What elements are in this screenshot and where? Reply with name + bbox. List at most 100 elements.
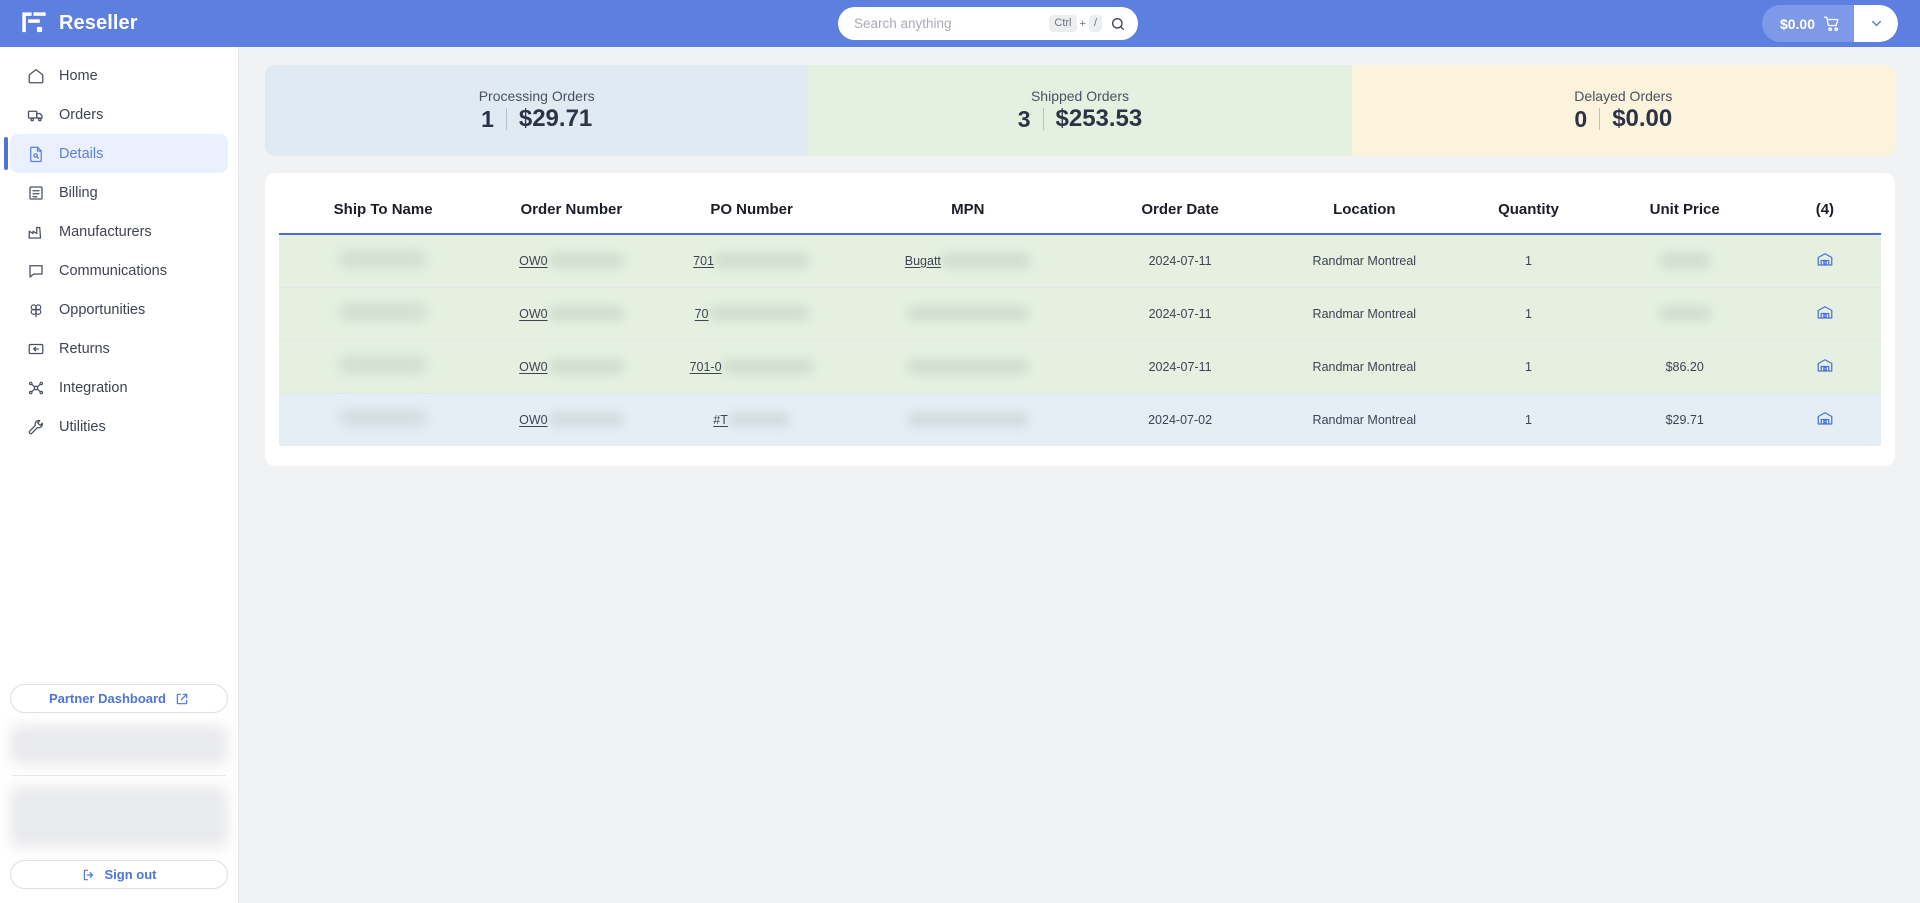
- sidebar-item-utilities[interactable]: Utilities: [10, 407, 228, 446]
- search-input[interactable]: [854, 16, 1050, 31]
- shortcut-slash-key: /: [1088, 14, 1102, 33]
- redacted-value: [547, 412, 624, 428]
- sidebar-item-returns[interactable]: Returns: [10, 329, 228, 368]
- sidebar-footer: Partner Dashboard Sign out: [0, 684, 238, 903]
- cell-order-number[interactable]: OW0: [487, 234, 656, 288]
- cell-order-date: 2024-07-11: [1087, 234, 1273, 288]
- table-header-row: Ship To Name Order Number PO Number MPN …: [279, 187, 1881, 235]
- user-account-redacted: [10, 786, 228, 848]
- main-content: Processing Orders 1 $29.71 Shipped Order…: [239, 47, 1920, 903]
- redacted-value: [547, 359, 624, 374]
- table-row[interactable]: OW0 701-0 2024-07-11 Randmar Montreal 1 …: [279, 340, 1881, 394]
- table-row[interactable]: OW0 701 Bugatt 2024-07-11 Randmar Montre…: [279, 234, 1881, 288]
- user-info-redacted: [10, 725, 228, 765]
- column-header-ship-to-name[interactable]: Ship To Name: [279, 187, 488, 235]
- po-number-text: 701: [693, 253, 714, 268]
- cell-po-number[interactable]: 701: [655, 234, 848, 288]
- stat-amount: $0.00: [1612, 105, 1673, 132]
- redacted-value: [906, 359, 1029, 375]
- cell-location: Randmar Montreal: [1272, 393, 1457, 446]
- redacted-value: [708, 306, 809, 321]
- search-icon[interactable]: [1110, 16, 1126, 32]
- cell-po-number[interactable]: #T: [655, 393, 848, 446]
- brand[interactable]: Reseller: [20, 10, 240, 38]
- cell-po-number[interactable]: 701-0: [655, 340, 848, 394]
- column-header-order-number[interactable]: Order Number: [487, 187, 656, 235]
- cell-action[interactable]: [1768, 234, 1881, 288]
- order-number-text: OW0: [519, 306, 548, 321]
- redacted-value: [714, 253, 810, 269]
- sidebar-item-communications[interactable]: Communications: [10, 251, 228, 290]
- cart-total: $0.00: [1779, 15, 1815, 32]
- stat-card-shipped-orders[interactable]: Shipped Orders 3 $253.53: [808, 65, 1352, 156]
- sign-out-label: Sign out: [104, 867, 157, 882]
- warehouse-icon[interactable]: [1816, 356, 1834, 374]
- external-link-icon: [176, 693, 188, 704]
- cell-unit-price: [1600, 234, 1769, 288]
- stat-label: Delayed Orders: [1574, 88, 1673, 104]
- sidebar-item-integration[interactable]: Integration: [10, 368, 228, 407]
- column-header-mpn[interactable]: MPN: [847, 187, 1088, 235]
- sidebar-item-billing[interactable]: Billing: [10, 173, 228, 212]
- po-number-text: 701-0: [689, 359, 722, 374]
- sidebar-item-opportunities[interactable]: Opportunities: [10, 290, 228, 329]
- cell-order-number[interactable]: OW0: [487, 340, 656, 394]
- column-header-po-number[interactable]: PO Number: [655, 187, 848, 235]
- partner-dashboard-label: Partner Dashboard: [48, 691, 167, 706]
- sidebar-item-details[interactable]: Details: [4, 134, 228, 173]
- cell-ship-to-name: [279, 393, 488, 446]
- cell-po-number[interactable]: 70: [655, 287, 848, 341]
- stat-values: 3 $253.53: [1018, 105, 1143, 133]
- cell-action[interactable]: [1768, 340, 1881, 394]
- search-bar[interactable]: Ctrl + /: [838, 7, 1138, 40]
- cell-mpn[interactable]: [847, 287, 1088, 341]
- sidebar: Home Orders Details Billing Manufacturer…: [0, 47, 239, 903]
- redacted-value: [940, 253, 1031, 269]
- cell-quantity: 1: [1456, 234, 1601, 288]
- warehouse-icon[interactable]: [1816, 250, 1834, 268]
- cell-order-number[interactable]: OW0: [487, 393, 656, 446]
- column-header-row-count: (4): [1768, 187, 1881, 235]
- factory-icon: [28, 226, 42, 239]
- partner-dashboard-button[interactable]: Partner Dashboard: [10, 684, 228, 713]
- mpn-text: Bugatt: [904, 253, 941, 268]
- redacted-value: [547, 306, 624, 321]
- cart-dropdown-toggle[interactable]: [1854, 5, 1898, 42]
- cell-action[interactable]: [1768, 393, 1881, 446]
- stat-amount: $29.71: [518, 105, 593, 132]
- redacted-value: [1658, 253, 1711, 269]
- chevron-down-icon: [1871, 20, 1881, 27]
- cell-unit-price: $86.20: [1600, 340, 1769, 394]
- cell-ship-to-name: [279, 287, 488, 341]
- redacted-value: [906, 412, 1029, 428]
- column-header-location[interactable]: Location: [1272, 187, 1457, 235]
- cell-order-date: 2024-07-11: [1087, 287, 1273, 341]
- cell-location: Randmar Montreal: [1272, 234, 1457, 288]
- po-number-text: #T: [713, 412, 728, 427]
- cell-mpn[interactable]: Bugatt: [847, 234, 1088, 288]
- warehouse-icon[interactable]: [1816, 409, 1834, 427]
- sidebar-item-manufacturers[interactable]: Manufacturers: [10, 212, 228, 251]
- stat-card-processing-orders[interactable]: Processing Orders 1 $29.71: [265, 65, 809, 156]
- redacted-value: [339, 357, 428, 373]
- sidebar-item-home[interactable]: Home: [10, 56, 228, 95]
- column-header-unit-price[interactable]: Unit Price: [1600, 187, 1769, 235]
- sidebar-nav: Home Orders Details Billing Manufacturer…: [0, 47, 238, 446]
- column-header-quantity[interactable]: Quantity: [1456, 187, 1601, 235]
- stat-card-delayed-orders[interactable]: Delayed Orders 0 $0.00: [1351, 65, 1895, 156]
- sidebar-item-label: Integration: [59, 379, 128, 396]
- stat-count: 1: [481, 105, 494, 132]
- cell-mpn[interactable]: [847, 393, 1088, 446]
- sign-out-button[interactable]: Sign out: [10, 860, 228, 889]
- sidebar-item-orders[interactable]: Orders: [10, 95, 228, 134]
- table-row[interactable]: OW0 #T 2024-07-02 Randmar Montreal 1 $29…: [279, 393, 1881, 446]
- sidebar-item-label: Opportunities: [59, 301, 146, 318]
- sign-out-icon: [83, 869, 93, 880]
- cell-action[interactable]: [1768, 287, 1881, 341]
- cell-order-number[interactable]: OW0: [487, 287, 656, 341]
- warehouse-icon[interactable]: [1816, 303, 1834, 321]
- cell-mpn[interactable]: [847, 340, 1088, 394]
- table-row[interactable]: OW0 70 2024-07-11 Randmar Montreal 1: [279, 287, 1881, 341]
- column-header-order-date[interactable]: Order Date: [1087, 187, 1273, 235]
- cart-button[interactable]: $0.00: [1762, 5, 1854, 42]
